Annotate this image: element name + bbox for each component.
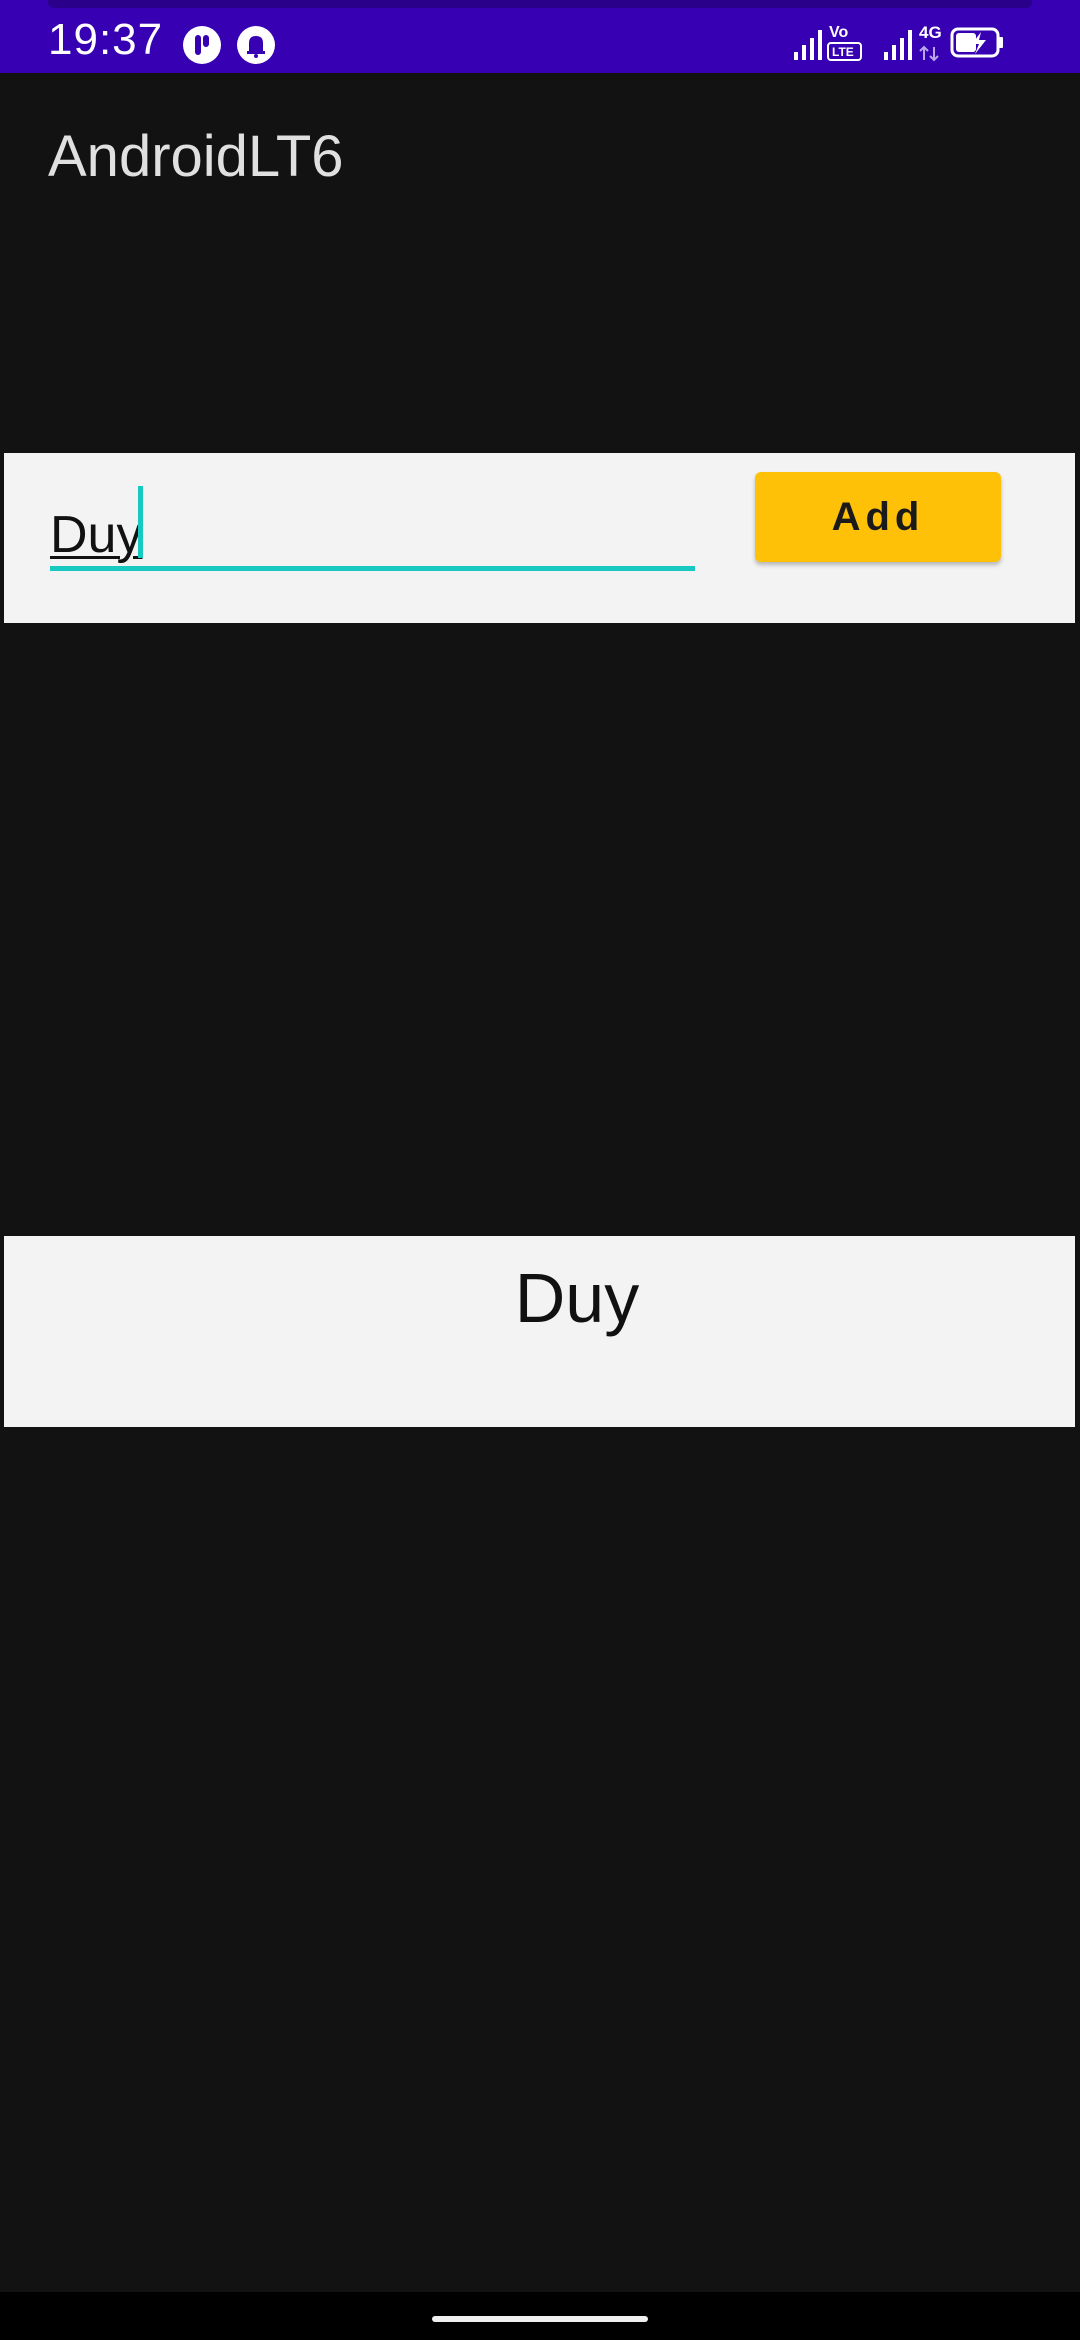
svg-text:Vo: Vo — [829, 24, 848, 41]
app-notification-icon — [183, 26, 221, 64]
navigation-bar — [0, 2292, 1080, 2340]
notification-bell-icon — [237, 26, 275, 64]
name-input[interactable] — [50, 495, 700, 575]
text-cursor — [138, 486, 143, 558]
svg-text:LTE: LTE — [832, 45, 854, 59]
status-bar-edge — [48, 0, 1032, 8]
signal-icon — [794, 30, 822, 60]
status-time: 19:37 — [48, 15, 164, 64]
add-button[interactable]: Add — [755, 472, 1001, 562]
battery-charging-icon — [950, 27, 1003, 58]
list-item[interactable]: Duy — [4, 1236, 1075, 1427]
4g-data-icon: 4G — [919, 23, 942, 62]
status-indicators: Vo LTE 4G — [792, 20, 1032, 64]
input-underline — [50, 566, 695, 571]
signal-icon — [884, 30, 912, 60]
app-title: AndroidLT6 — [48, 124, 344, 189]
status-bar: 19:37 Vo LTE 4G — [0, 0, 1080, 73]
volte-lte-icon: Vo LTE — [827, 24, 862, 61]
svg-text:4G: 4G — [919, 23, 942, 42]
home-indicator[interactable] — [432, 2316, 648, 2322]
list-item-label: Duy — [514, 1259, 640, 1337]
